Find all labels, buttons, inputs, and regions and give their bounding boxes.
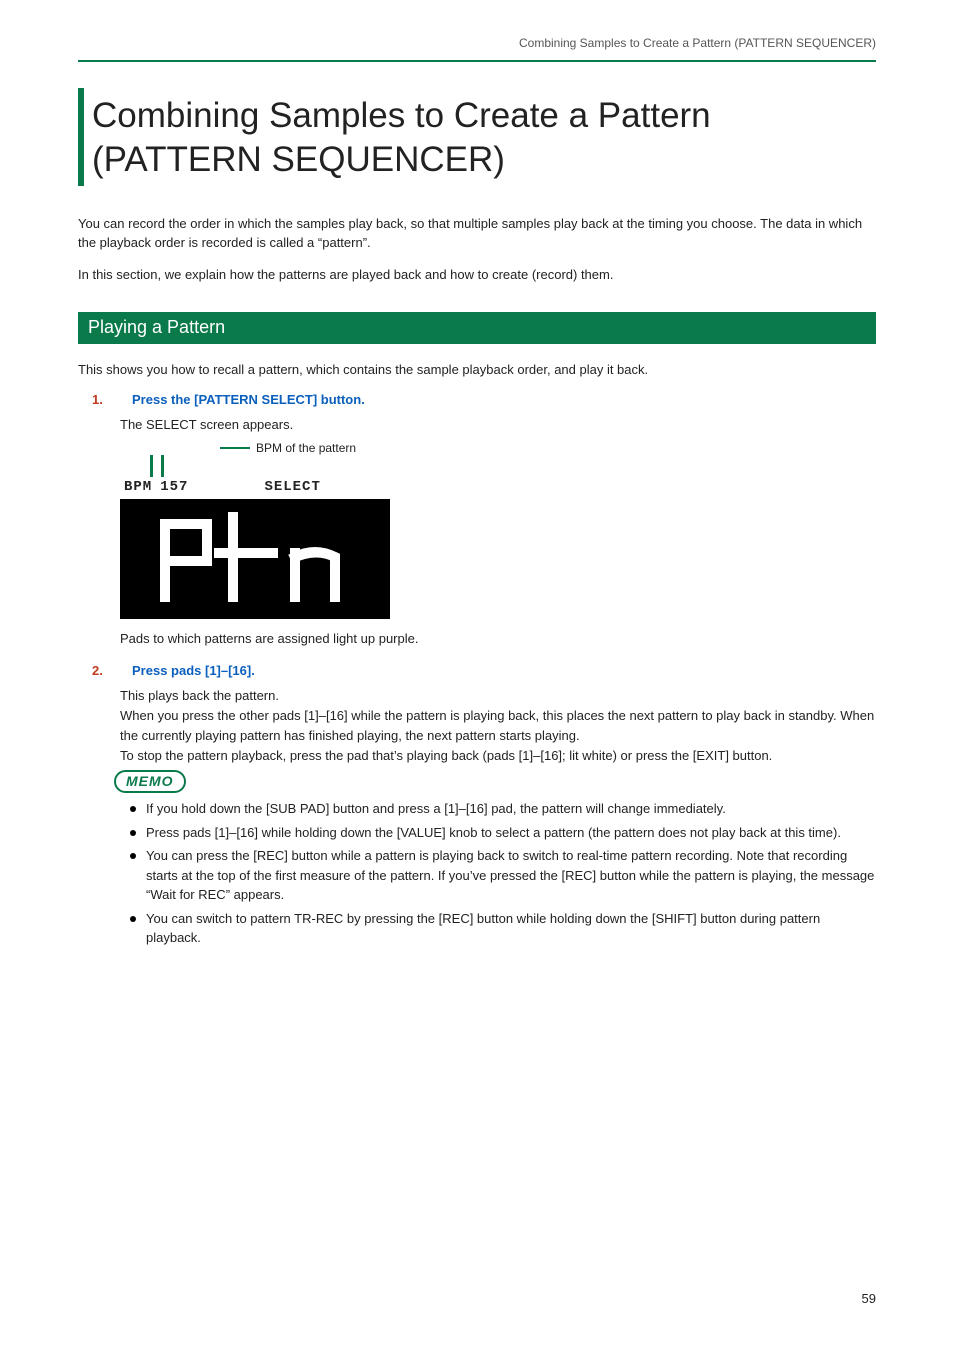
page-title-block: Combining Samples to Create a Pattern (P… [78,88,876,186]
section-header: Playing a Pattern [78,312,876,344]
step-2-p3: To stop the pattern playback, press the … [120,746,876,766]
memo-item: If you hold down the [SUB PAD] button an… [146,799,876,819]
step-2: Press pads [1]–[16]. This plays back the… [78,663,876,948]
step-2-p2: When you press the other pads [1]–[16] w… [120,706,876,746]
title-line-1: Combining Samples to Create a Pattern [92,96,711,135]
lcd-select-label: SELECT [264,479,320,495]
memo-item: Press pads [1]–[16] while holding down t… [146,823,876,843]
running-head: Combining Samples to Create a Pattern (P… [78,36,876,62]
memo-item: You can switch to pattern TR-REC by pres… [146,909,876,948]
intro-paragraph-2: In this section, we explain how the patt… [78,265,876,285]
memo-item: You can press the [REC] button while a p… [146,846,876,905]
step-1-head: Press the [PATTERN SELECT] button. [132,392,876,407]
step-2-p1: This plays back the pattern. [120,686,876,706]
step-1: Press the [PATTERN SELECT] button. The S… [78,392,876,649]
callout-connector-icon [150,455,153,477]
section-intro: This shows you how to recall a pattern, … [78,360,876,380]
lcd-bpm-label: BPM [124,479,152,495]
step-1-after-fig: Pads to which patterns are assigned ligh… [120,629,876,649]
ptn-glyph-icon [145,509,365,609]
page-title: Combining Samples to Create a Pattern (P… [92,94,876,182]
step-2-head: Press pads [1]–[16]. [132,663,876,678]
memo-list: If you hold down the [SUB PAD] button an… [120,799,876,948]
title-line-2: (PATTERN SEQUENCER) [92,140,505,179]
lcd-screen [120,499,390,619]
step-1-body: The SELECT screen appears. [120,415,876,435]
callout-line-icon [220,447,250,449]
lcd-bpm-value: 157 [160,479,188,495]
page-number: 59 [862,1291,876,1306]
callout-bpm-label: BPM of the pattern [256,441,356,455]
select-screen-figure: BPM of the pattern BPM 157 SELECT [120,441,420,619]
intro-paragraph-1: You can record the order in which the sa… [78,214,876,253]
memo-badge: MEMO [114,770,186,793]
callout-connector-icon [161,455,164,477]
